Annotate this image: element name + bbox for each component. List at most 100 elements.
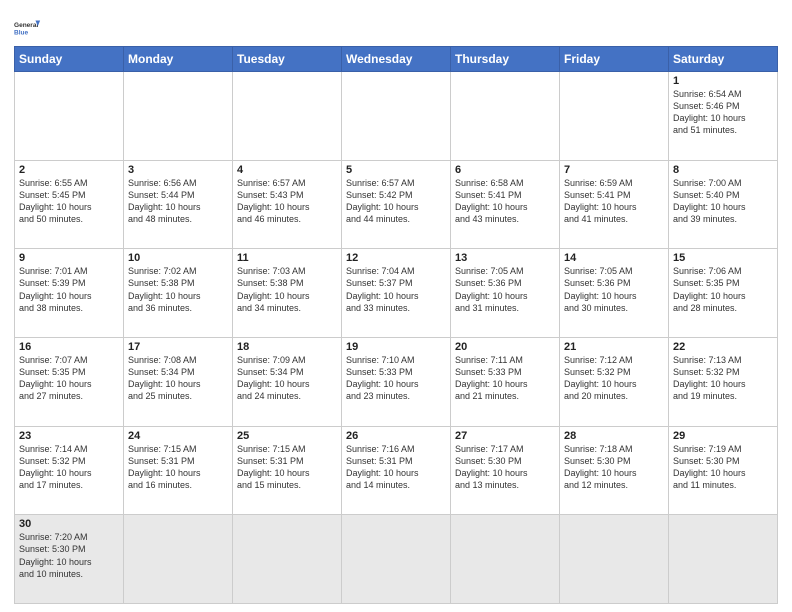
calendar-day-cell: 7Sunrise: 6:59 AM Sunset: 5:41 PM Daylig… (560, 160, 669, 249)
svg-text:General: General (14, 22, 38, 29)
day-info: Sunrise: 7:13 AM Sunset: 5:32 PM Dayligh… (673, 354, 773, 403)
logo-icon: GeneralBlue (14, 14, 42, 42)
day-info: Sunrise: 7:06 AM Sunset: 5:35 PM Dayligh… (673, 265, 773, 314)
weekday-header-thursday: Thursday (451, 47, 560, 72)
calendar-day-cell: 6Sunrise: 6:58 AM Sunset: 5:41 PM Daylig… (451, 160, 560, 249)
calendar-week-row: 23Sunrise: 7:14 AM Sunset: 5:32 PM Dayli… (15, 426, 778, 515)
calendar-day-cell: 24Sunrise: 7:15 AM Sunset: 5:31 PM Dayli… (124, 426, 233, 515)
day-number: 26 (346, 430, 446, 442)
day-number: 5 (346, 164, 446, 176)
day-number: 24 (128, 430, 228, 442)
day-number: 2 (19, 164, 119, 176)
weekday-header-monday: Monday (124, 47, 233, 72)
day-info: Sunrise: 7:01 AM Sunset: 5:39 PM Dayligh… (19, 265, 119, 314)
day-number: 14 (564, 252, 664, 264)
svg-text:Blue: Blue (14, 30, 28, 37)
calendar-day-cell: 19Sunrise: 7:10 AM Sunset: 5:33 PM Dayli… (342, 337, 451, 426)
calendar-day-cell (451, 515, 560, 604)
weekday-header-friday: Friday (560, 47, 669, 72)
calendar-week-row: 9Sunrise: 7:01 AM Sunset: 5:39 PM Daylig… (15, 249, 778, 338)
day-info: Sunrise: 6:56 AM Sunset: 5:44 PM Dayligh… (128, 177, 228, 226)
day-number: 3 (128, 164, 228, 176)
calendar-day-cell: 30Sunrise: 7:20 AM Sunset: 5:30 PM Dayli… (15, 515, 124, 604)
day-number: 22 (673, 341, 773, 353)
day-number: 1 (673, 75, 773, 87)
calendar-day-cell (233, 72, 342, 161)
day-info: Sunrise: 7:09 AM Sunset: 5:34 PM Dayligh… (237, 354, 337, 403)
day-number: 10 (128, 252, 228, 264)
calendar-week-row: 1Sunrise: 6:54 AM Sunset: 5:46 PM Daylig… (15, 72, 778, 161)
calendar-day-cell: 5Sunrise: 6:57 AM Sunset: 5:42 PM Daylig… (342, 160, 451, 249)
day-info: Sunrise: 7:11 AM Sunset: 5:33 PM Dayligh… (455, 354, 555, 403)
calendar-day-cell: 18Sunrise: 7:09 AM Sunset: 5:34 PM Dayli… (233, 337, 342, 426)
day-number: 4 (237, 164, 337, 176)
day-info: Sunrise: 7:02 AM Sunset: 5:38 PM Dayligh… (128, 265, 228, 314)
calendar-day-cell (669, 515, 778, 604)
calendar-week-row: 2Sunrise: 6:55 AM Sunset: 5:45 PM Daylig… (15, 160, 778, 249)
calendar-week-row: 30Sunrise: 7:20 AM Sunset: 5:30 PM Dayli… (15, 515, 778, 604)
calendar-day-cell (560, 72, 669, 161)
calendar-day-cell: 27Sunrise: 7:17 AM Sunset: 5:30 PM Dayli… (451, 426, 560, 515)
calendar-day-cell: 9Sunrise: 7:01 AM Sunset: 5:39 PM Daylig… (15, 249, 124, 338)
day-number: 21 (564, 341, 664, 353)
calendar-day-cell: 17Sunrise: 7:08 AM Sunset: 5:34 PM Dayli… (124, 337, 233, 426)
day-info: Sunrise: 7:12 AM Sunset: 5:32 PM Dayligh… (564, 354, 664, 403)
calendar-day-cell: 15Sunrise: 7:06 AM Sunset: 5:35 PM Dayli… (669, 249, 778, 338)
day-number: 7 (564, 164, 664, 176)
day-info: Sunrise: 6:54 AM Sunset: 5:46 PM Dayligh… (673, 88, 773, 137)
day-number: 23 (19, 430, 119, 442)
day-number: 6 (455, 164, 555, 176)
day-info: Sunrise: 7:14 AM Sunset: 5:32 PM Dayligh… (19, 443, 119, 492)
day-info: Sunrise: 7:07 AM Sunset: 5:35 PM Dayligh… (19, 354, 119, 403)
day-info: Sunrise: 6:57 AM Sunset: 5:42 PM Dayligh… (346, 177, 446, 226)
day-info: Sunrise: 6:59 AM Sunset: 5:41 PM Dayligh… (564, 177, 664, 226)
day-info: Sunrise: 6:57 AM Sunset: 5:43 PM Dayligh… (237, 177, 337, 226)
calendar-day-cell: 2Sunrise: 6:55 AM Sunset: 5:45 PM Daylig… (15, 160, 124, 249)
day-number: 29 (673, 430, 773, 442)
day-info: Sunrise: 7:15 AM Sunset: 5:31 PM Dayligh… (128, 443, 228, 492)
calendar-day-cell (15, 72, 124, 161)
day-number: 17 (128, 341, 228, 353)
page-header: GeneralBlue (14, 10, 778, 42)
day-number: 19 (346, 341, 446, 353)
day-info: Sunrise: 7:16 AM Sunset: 5:31 PM Dayligh… (346, 443, 446, 492)
calendar-day-cell: 10Sunrise: 7:02 AM Sunset: 5:38 PM Dayli… (124, 249, 233, 338)
calendar-day-cell (342, 515, 451, 604)
calendar-day-cell: 4Sunrise: 6:57 AM Sunset: 5:43 PM Daylig… (233, 160, 342, 249)
day-info: Sunrise: 7:18 AM Sunset: 5:30 PM Dayligh… (564, 443, 664, 492)
weekday-header-saturday: Saturday (669, 47, 778, 72)
day-info: Sunrise: 7:03 AM Sunset: 5:38 PM Dayligh… (237, 265, 337, 314)
calendar-day-cell (560, 515, 669, 604)
weekday-header-sunday: Sunday (15, 47, 124, 72)
weekday-header-tuesday: Tuesday (233, 47, 342, 72)
day-number: 8 (673, 164, 773, 176)
calendar-day-cell: 26Sunrise: 7:16 AM Sunset: 5:31 PM Dayli… (342, 426, 451, 515)
day-info: Sunrise: 7:05 AM Sunset: 5:36 PM Dayligh… (564, 265, 664, 314)
weekday-header-wednesday: Wednesday (342, 47, 451, 72)
calendar-day-cell (124, 72, 233, 161)
calendar-day-cell: 11Sunrise: 7:03 AM Sunset: 5:38 PM Dayli… (233, 249, 342, 338)
calendar-day-cell: 22Sunrise: 7:13 AM Sunset: 5:32 PM Dayli… (669, 337, 778, 426)
day-number: 13 (455, 252, 555, 264)
calendar-day-cell: 23Sunrise: 7:14 AM Sunset: 5:32 PM Dayli… (15, 426, 124, 515)
calendar-day-cell: 29Sunrise: 7:19 AM Sunset: 5:30 PM Dayli… (669, 426, 778, 515)
day-number: 11 (237, 252, 337, 264)
day-number: 15 (673, 252, 773, 264)
calendar-day-cell: 1Sunrise: 6:54 AM Sunset: 5:46 PM Daylig… (669, 72, 778, 161)
day-number: 12 (346, 252, 446, 264)
day-info: Sunrise: 7:10 AM Sunset: 5:33 PM Dayligh… (346, 354, 446, 403)
calendar-week-row: 16Sunrise: 7:07 AM Sunset: 5:35 PM Dayli… (15, 337, 778, 426)
day-number: 16 (19, 341, 119, 353)
day-info: Sunrise: 6:58 AM Sunset: 5:41 PM Dayligh… (455, 177, 555, 226)
calendar-day-cell: 3Sunrise: 6:56 AM Sunset: 5:44 PM Daylig… (124, 160, 233, 249)
day-number: 27 (455, 430, 555, 442)
calendar-day-cell: 28Sunrise: 7:18 AM Sunset: 5:30 PM Dayli… (560, 426, 669, 515)
logo: GeneralBlue (14, 14, 42, 42)
day-info: Sunrise: 7:17 AM Sunset: 5:30 PM Dayligh… (455, 443, 555, 492)
calendar-day-cell (124, 515, 233, 604)
day-info: Sunrise: 6:55 AM Sunset: 5:45 PM Dayligh… (19, 177, 119, 226)
day-number: 28 (564, 430, 664, 442)
day-number: 25 (237, 430, 337, 442)
calendar-day-cell (233, 515, 342, 604)
calendar-day-cell: 13Sunrise: 7:05 AM Sunset: 5:36 PM Dayli… (451, 249, 560, 338)
